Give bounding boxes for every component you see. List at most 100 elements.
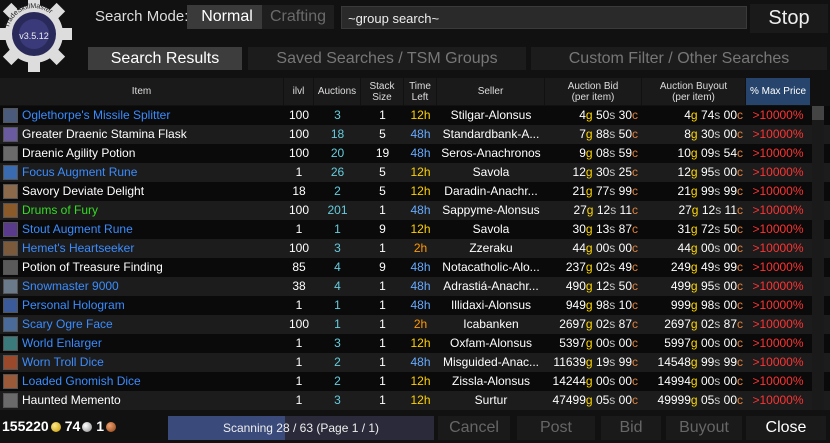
col-seller-header[interactable]: Seller <box>437 78 544 105</box>
item-name[interactable]: Hemet's Heartseeker <box>22 239 284 258</box>
item-name[interactable]: Oglethorpe's Missile Splitter <box>22 106 284 125</box>
seller-name: Stilgar-Alonsus <box>450 108 532 122</box>
item-name[interactable]: World Enlarger <box>22 334 284 353</box>
gold-unit: g <box>690 355 698 369</box>
cancel-button[interactable]: Cancel <box>438 416 510 440</box>
silver-unit: s <box>609 184 616 198</box>
close-button[interactable]: Close <box>746 416 826 440</box>
item-name[interactable]: Haunted Memento <box>22 391 284 410</box>
buyout-button[interactable]: Buyout <box>666 416 742 440</box>
bid-button[interactable]: Bid <box>601 416 661 440</box>
bid-gold: 12 <box>572 165 586 179</box>
item-name[interactable]: Stout Augment Rune <box>22 220 284 239</box>
buyout-price: 21g 99s 99c <box>642 182 746 201</box>
search-input[interactable]: ~group search~ <box>341 6 747 29</box>
item-icon <box>3 241 18 256</box>
item-name[interactable]: Savory Deviate Delight <box>22 182 284 201</box>
buyout-gold: 2697 <box>664 317 691 331</box>
item-name[interactable]: Greater Draenic Stamina Flask <box>22 125 284 144</box>
col-time-header[interactable]: Time Left <box>404 78 436 105</box>
max-price-percent: >10000% <box>752 165 804 179</box>
col-stack-header[interactable]: Stack Size <box>361 78 403 105</box>
table-row[interactable]: Greater Draenic Stamina Flask 100 18 5 48h St… <box>0 125 830 144</box>
bid-gold: 30 <box>572 222 586 236</box>
item-icon <box>3 127 18 142</box>
item-name[interactable]: Loaded Gnomish Dice <box>22 372 284 391</box>
item-name[interactable]: Personal Hologram <box>22 296 284 315</box>
buyout-silver: 99 <box>700 355 715 369</box>
table-row[interactable]: Worn Troll Dice 1 2 1 48h Misguided-Anac... 11… <box>0 353 830 372</box>
bid-copper: 59 <box>618 146 632 160</box>
bid-copper: 49 <box>618 260 632 274</box>
results-scroll-thumb[interactable] <box>812 106 824 120</box>
table-row[interactable]: Hemet's Heartseeker 100 3 1 2h Zzeraku 44g 00s… <box>0 239 830 258</box>
copper-unit: c <box>737 279 743 293</box>
table-row[interactable]: Personal Hologram 1 1 1 48h Illidaxi-Alonsus 9… <box>0 296 830 315</box>
bid-gold: 949 <box>565 298 586 312</box>
bid-price: 7g 88s 50c <box>545 125 642 144</box>
table-row[interactable]: Snowmaster 9000 38 4 1 48h Adrastiá-Anachr...… <box>0 277 830 296</box>
tab-search-results[interactable]: Search Results <box>88 47 242 70</box>
table-row[interactable]: Scary Ogre Face 100 1 1 2h Icabanken 2697g 02s… <box>0 315 830 334</box>
buyout-gold: 5997 <box>664 336 691 350</box>
stop-button[interactable]: Stop <box>750 4 828 33</box>
item-name[interactable]: Scary Ogre Face <box>22 315 284 334</box>
max-price-percent: >10000% <box>752 203 804 217</box>
col-item-header[interactable]: Item <box>0 78 283 105</box>
item-name[interactable]: Draenic Agility Potion <box>22 144 284 163</box>
item-name[interactable]: Drums of Fury <box>22 201 284 220</box>
copper-unit: c <box>632 222 638 236</box>
buyout-price: 999g 98s 00c <box>642 296 746 315</box>
gold-unit: g <box>585 317 593 331</box>
table-row[interactable]: Drums of Fury 100 201 1 48h Sappyme-Alonsus 27… <box>0 201 830 220</box>
table-row[interactable]: Savory Deviate Delight 18 2 5 12h Daradin-Ana… <box>0 182 830 201</box>
seller-name: Savola <box>472 165 510 179</box>
table-row[interactable]: Loaded Gnomish Dice 1 2 1 12h Zissla-Alonsus 1… <box>0 372 830 391</box>
copper-unit: c <box>632 241 638 255</box>
item-name[interactable]: Snowmaster 9000 <box>22 277 284 296</box>
gold-unit: g <box>690 108 698 122</box>
item-name[interactable]: Focus Augment Rune <box>22 163 284 182</box>
table-row[interactable]: Haunted Memento 1 3 1 12h Surtur 47499g 05s 00… <box>0 391 830 410</box>
bid-silver: 12 <box>596 203 611 217</box>
tab-saved-searches[interactable]: Saved Searches / TSM Groups <box>248 47 526 70</box>
col-bid-header[interactable]: Auction Bid (per item) <box>545 78 641 105</box>
table-row[interactable]: Draenic Agility Potion 100 20 19 48h Seros-An… <box>0 144 830 163</box>
col-ilvl-header[interactable]: ilvl <box>284 78 313 105</box>
buyout-silver: 95 <box>700 279 715 293</box>
col-auctions-header[interactable]: Auctions <box>314 78 360 105</box>
item-icon <box>3 203 18 218</box>
silver-unit: s <box>714 108 721 122</box>
mode-normal-button[interactable]: Normal <box>187 5 267 29</box>
tab-custom-filter[interactable]: Custom Filter / Other Searches <box>531 47 827 70</box>
table-row[interactable]: Stout Augment Rune 1 1 9 12h Savola 30g 13s 87… <box>0 220 830 239</box>
stack-size: 19 <box>375 146 390 160</box>
auction-count: 3 <box>334 336 341 350</box>
item-name[interactable]: Potion of Treasure Finding <box>22 258 284 277</box>
col-max-price-header[interactable]: % Max Price <box>746 78 810 105</box>
silver-unit: s <box>609 260 616 274</box>
table-row[interactable]: Focus Augment Rune 1 26 5 12h Savola 12g 30s 2… <box>0 163 830 182</box>
buyout-gold: 14994 <box>657 374 691 388</box>
table-row[interactable]: World Enlarger 1 3 1 12h Oxfam-Alonsus 5397g 0… <box>0 334 830 353</box>
bid-price: 44g 00s 00c <box>545 239 642 258</box>
item-name[interactable]: Worn Troll Dice <box>22 353 284 372</box>
table-row[interactable]: Potion of Treasure Finding 85 4 9 48h Notacat… <box>0 258 830 277</box>
gold-unit: g <box>585 146 593 160</box>
item-level: 1 <box>295 336 303 350</box>
auction-count: 2 <box>334 355 341 369</box>
mode-crafting-button[interactable]: Crafting <box>262 5 334 29</box>
copper-unit: c <box>632 317 638 331</box>
time-left: 12h <box>410 374 431 388</box>
col-buyout-header[interactable]: Auction Buyout (per item) <box>642 78 745 105</box>
bid-gold: 14244 <box>552 374 586 388</box>
gold-unit: g <box>585 127 593 141</box>
post-button[interactable]: Post <box>517 416 595 440</box>
item-level: 1 <box>295 165 303 179</box>
bid-silver: 30 <box>595 165 610 179</box>
bid-silver: 88 <box>595 127 610 141</box>
auction-count: 20 <box>330 146 345 160</box>
table-row[interactable]: Oglethorpe's Missile Splitter 100 3 1 12h Sti… <box>0 106 830 125</box>
results-scrollbar[interactable] <box>812 106 824 410</box>
bid-gold: 2697 <box>559 317 586 331</box>
